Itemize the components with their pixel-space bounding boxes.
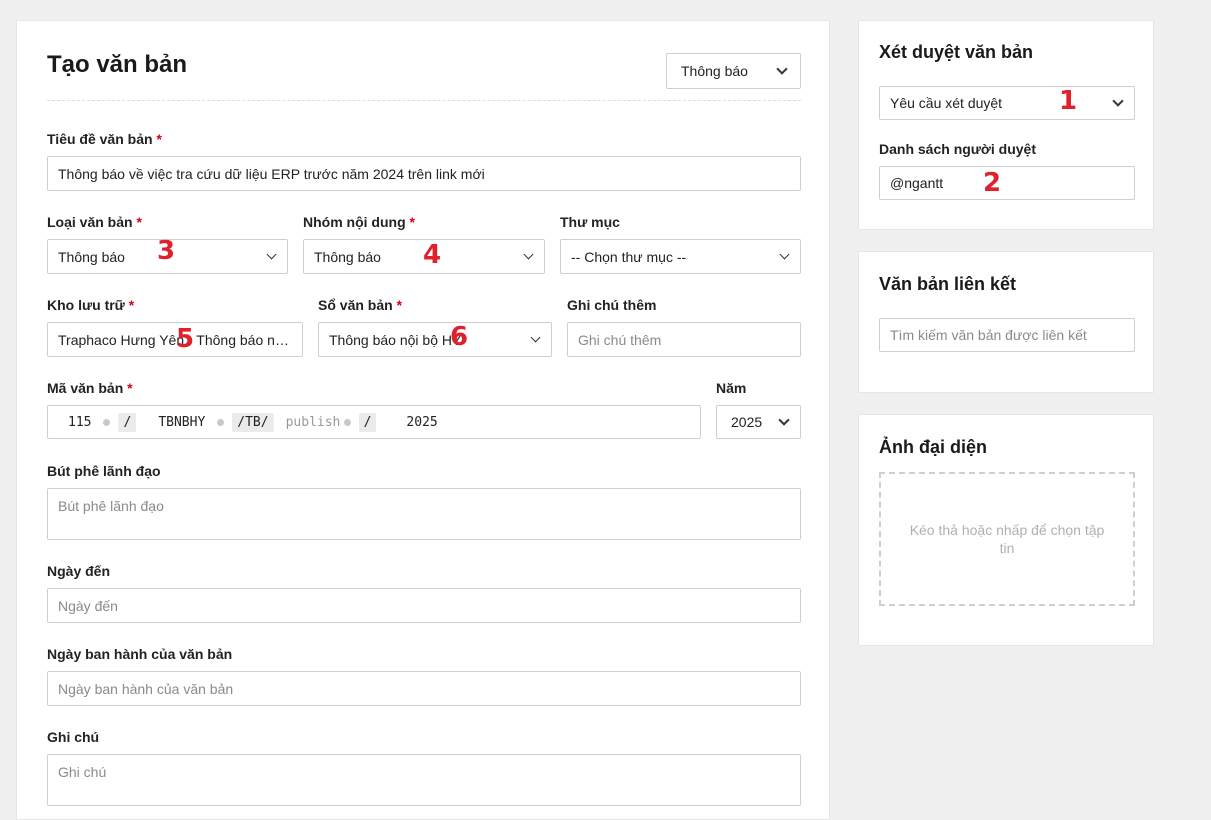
document-type-select[interactable]: Thông báo (666, 53, 801, 89)
code-separator: / (118, 412, 137, 432)
year-select[interactable]: 2025 (716, 405, 801, 439)
book-select[interactable]: Thông báo nội bộ HY (318, 322, 552, 357)
linked-title: Văn bản liên kết (879, 274, 1017, 294)
chevron-down-icon (1112, 95, 1124, 107)
book-value: Thông báo nội bộ HY (329, 331, 462, 348)
page-title: Tạo văn bản (47, 51, 188, 78)
annotation-3: 3 (157, 236, 176, 266)
create-document-card: Tạo văn bản Thông báo Tiêu đề văn bản * … (16, 20, 830, 820)
arrival-date-input[interactable]: Ngày đến (47, 588, 801, 623)
doc-kind-value: Thông báo (58, 248, 125, 265)
code-number[interactable]: 115 (60, 415, 99, 430)
file-dropzone[interactable]: Kéo thả hoặc nhấp để chọn tập tin (879, 472, 1135, 606)
annotation-5: 5 (176, 324, 195, 354)
chevron-down-icon (776, 63, 788, 75)
issue-date-label: Ngày ban hành của văn bản (47, 646, 233, 662)
review-mode-select[interactable]: Yêu cầu xét duyệt (879, 86, 1135, 120)
content-group-label: Nhóm nội dung * (303, 214, 415, 230)
storage-select[interactable]: Traphaco Hưng Yên - Thông báo nội bộ (47, 322, 303, 357)
book-label: Sổ văn bản * (318, 297, 403, 313)
chevron-down-icon (266, 249, 277, 260)
code-dot (217, 418, 225, 426)
linked-documents-card: Văn bản liên kết Tìm kiếm văn bản được l… (858, 251, 1154, 393)
doc-kind-label: Loại văn bản * (47, 214, 142, 230)
extra-note-input[interactable]: Ghi chú thêm (567, 322, 801, 357)
note-label: Ghi chú (47, 729, 100, 745)
content-group-value: Thông báo (314, 248, 381, 265)
avatar-card: Ảnh đại diện Kéo thả hoặc nhấp để chọn t… (858, 414, 1154, 646)
header-divider (47, 100, 801, 101)
code-unit[interactable]: TBNBHY (140, 415, 213, 430)
linked-search-input[interactable]: Tìm kiếm văn bản được liên kết (879, 318, 1135, 352)
annotation-6: 6 (450, 322, 469, 352)
document-code-input[interactable]: 115 / TBNBHY /TB/ publisher / 2025 (47, 405, 701, 439)
leader-note-textarea[interactable]: Bút phê lãnh đạo (47, 488, 801, 540)
year-value: 2025 (731, 414, 763, 430)
review-mode-value: Yêu cầu xét duyệt (890, 95, 1003, 111)
avatar-title: Ảnh đại diện (879, 437, 987, 457)
code-label: Mã văn bản * (47, 380, 133, 396)
annotation-4: 4 (423, 240, 442, 270)
code-publisher[interactable]: publisher (278, 415, 340, 430)
chevron-down-icon (778, 414, 790, 426)
code-separator: / (358, 412, 377, 432)
document-type-value: Thông báo (681, 63, 748, 79)
code-dot (103, 418, 111, 426)
chevron-down-icon (523, 249, 534, 260)
chevron-down-icon (779, 249, 790, 260)
code-dot (343, 418, 351, 426)
chevron-down-icon (530, 332, 541, 343)
leader-note-label: Bút phê lãnh đạo (47, 463, 161, 479)
review-title: Xét duyệt văn bản (879, 42, 1034, 62)
code-year[interactable]: 2025 (380, 415, 445, 430)
reviewers-input[interactable]: @ngantt (879, 166, 1135, 200)
storage-label: Kho lưu trữ * (47, 297, 135, 313)
subject-label: Tiêu đề văn bản * (47, 131, 162, 147)
folder-select[interactable]: -- Chọn thư mục -- (560, 239, 801, 274)
subject-input[interactable]: Thông báo về việc tra cứu dữ liệu ERP tr… (47, 156, 801, 191)
annotation-2: 2 (983, 168, 1002, 198)
annotation-1: 1 (1059, 86, 1078, 116)
note-textarea[interactable]: Ghi chú (47, 754, 801, 806)
review-card: Xét duyệt văn bản Yêu cầu xét duyệt Danh… (858, 20, 1154, 230)
code-separator: /TB/ (232, 412, 274, 432)
reviewers-label: Danh sách người duyệt (879, 141, 1037, 157)
arrival-date-label: Ngày đến (47, 563, 111, 579)
folder-value: -- Chọn thư mục -- (571, 248, 687, 265)
folder-label: Thư mục (560, 214, 620, 230)
year-label: Năm (716, 380, 747, 396)
extra-note-label: Ghi chú thêm (567, 297, 657, 313)
issue-date-input[interactable]: Ngày ban hành của văn bản (47, 671, 801, 706)
